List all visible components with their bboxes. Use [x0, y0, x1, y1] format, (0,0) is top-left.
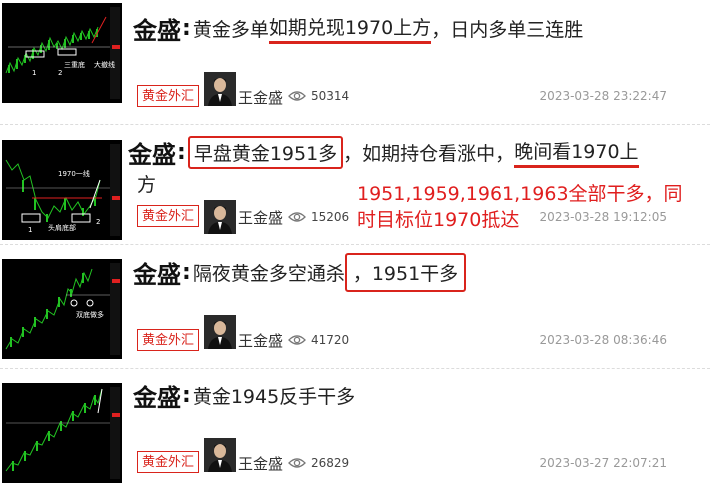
chart-annotation: 1 — [32, 69, 36, 77]
article-title[interactable]: 金盛 : 黄金1945反手干多 — [133, 378, 355, 412]
eye-icon — [288, 458, 306, 468]
chart-annotation: 2 — [96, 218, 100, 226]
article-thumbnail[interactable]: 双底做多 — [2, 259, 122, 359]
title-highlight: 晚间看1970上 — [514, 137, 639, 168]
category-tag[interactable]: 黄金外汇 — [137, 205, 199, 227]
chart-annotation: 1970一线 — [58, 169, 90, 178]
author-avatar[interactable] — [204, 200, 236, 234]
article-item[interactable]: 1 2 三重底 大撤线 金盛 : 黄金多单 如期兑现1970上方 ，日内多单三连… — [0, 0, 710, 120]
author-name[interactable]: 王金盛 — [238, 87, 283, 108]
highlight-note: 1951,1959,1961,1963全部干多，同时目标位1970抵达 — [357, 183, 683, 231]
chart-thumbnail-image: 双底做多 — [2, 259, 122, 359]
title-colon: : — [182, 382, 191, 408]
chart-annotation: 1 — [28, 226, 32, 234]
article-thumbnail[interactable]: 1 2 三重底 大撤线 — [2, 3, 122, 103]
title-colon: : — [177, 139, 186, 165]
publish-time: 2023-03-28 23:22:47 — [539, 89, 667, 103]
title-segment: 黄金1945反手干多 — [192, 385, 356, 408]
title-wrap: 方 — [137, 174, 157, 196]
title-segment: 黄金多单 — [192, 18, 269, 41]
article-title[interactable]: 金盛 : 黄金多单 如期兑现1970上方 ，日内多单三连胜 — [133, 11, 583, 45]
title-highlight: 如期兑现1970上方 — [268, 13, 432, 44]
author-avatar[interactable] — [204, 438, 236, 472]
chart-annotation: 双底做多 — [76, 310, 104, 319]
author-name[interactable]: 王金盛 — [238, 330, 283, 351]
view-count: 41720 — [311, 333, 350, 347]
view-count: 50314 — [311, 89, 350, 103]
chart-annotation: 2 — [58, 69, 62, 77]
category-tag[interactable]: 黄金外汇 — [137, 329, 199, 351]
article-title[interactable]: 金盛 : 早盘黄金1951多 ，如期持仓看涨中， 晚间看1970上 — [128, 135, 639, 169]
title-highlight: 早盘黄金1951多 — [187, 135, 344, 169]
author-brand: 金盛 — [133, 383, 181, 412]
category-tag[interactable]: 黄金外汇 — [137, 451, 199, 473]
article-thumbnail[interactable]: 1970一线 头肩底部 2 1 — [2, 140, 122, 240]
chart-annotation: 三重底 — [64, 60, 85, 69]
title-colon: : — [182, 259, 191, 285]
category-tag[interactable]: 黄金外汇 — [137, 85, 199, 107]
chart-thumbnail-image: 1970一线 头肩底部 2 1 — [2, 140, 122, 240]
title-segment: ，日内多单三连胜 — [431, 18, 584, 41]
title-segment: ，如期持仓看涨中， — [343, 142, 515, 165]
author-avatar[interactable] — [204, 72, 236, 106]
eye-icon — [288, 335, 306, 345]
chart-annotation: 大撤线 — [94, 60, 115, 69]
chart-thumbnail-image — [2, 383, 122, 483]
view-count: 15206 — [311, 210, 350, 224]
article-item[interactable]: 双底做多 金盛 : 隔夜黄金多空通杀 ，1951干多 黄金外汇 王金盛 4172… — [0, 245, 710, 365]
author-avatar[interactable] — [204, 315, 236, 349]
chart-thumbnail-image: 1 2 三重底 大撤线 — [2, 3, 122, 103]
author-name[interactable]: 王金盛 — [238, 453, 283, 474]
author-brand: 金盛 — [133, 16, 181, 45]
eye-icon — [288, 212, 306, 222]
article-thumbnail[interactable] — [2, 383, 122, 483]
publish-time: 2023-03-27 22:07:21 — [539, 456, 667, 470]
article-title[interactable]: 金盛 : 隔夜黄金多空通杀 ，1951干多 — [133, 252, 467, 292]
author-brand: 金盛 — [133, 260, 181, 289]
chart-annotation: 头肩底部 — [48, 223, 76, 232]
title-highlight: ，1951干多 — [344, 252, 467, 292]
author-brand: 金盛 — [128, 140, 176, 169]
eye-icon — [288, 91, 306, 101]
author-name[interactable]: 王金盛 — [238, 207, 283, 228]
publish-time: 2023-03-28 08:36:46 — [539, 333, 667, 347]
title-segment: 隔夜黄金多空通杀 — [192, 262, 345, 285]
view-count: 26829 — [311, 456, 350, 470]
article-item[interactable]: 金盛 : 黄金1945反手干多 黄金外汇 王金盛 26829 2023-03-2… — [0, 369, 710, 490]
title-colon: : — [182, 15, 191, 41]
